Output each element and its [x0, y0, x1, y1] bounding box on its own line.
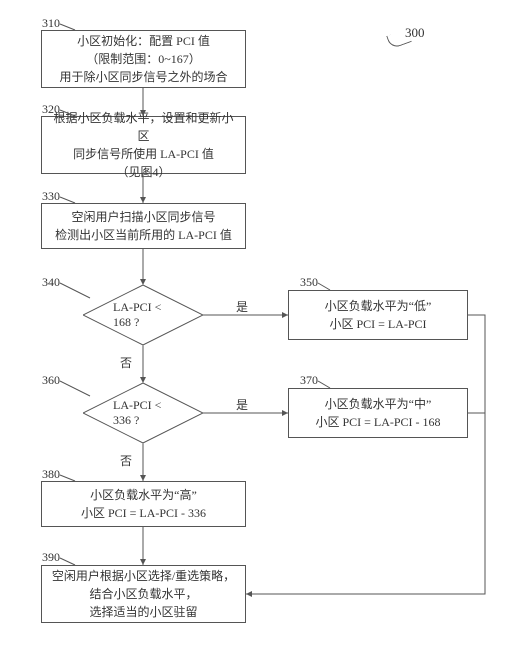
edge-340-yes: 是 [236, 298, 248, 315]
node-label-390: 390 [42, 550, 60, 565]
node-390-line2: 结合小区负载水平， [89, 585, 197, 603]
node-label-360: 360 [42, 373, 60, 388]
node-label-350: 350 [300, 275, 318, 290]
node-310-line2: （限制范围：0~167） [86, 50, 201, 68]
node-360-text: LA-PCI < 336 ? [113, 398, 173, 428]
node-340-text: LA-PCI < 168 ? [113, 300, 173, 330]
node-380-line2: 小区 PCI = LA-PCI - 336 [81, 504, 206, 522]
node-390: 空闲用户根据小区选择/重选策略， 结合小区负载水平， 选择适当的小区驻留 [41, 565, 246, 623]
node-320: 根据小区负载水平，设置和更新小区 同步信号所使用 LA-PCI 值 （见图4） [41, 116, 246, 174]
node-390-line1: 空闲用户根据小区选择/重选策略， [52, 567, 235, 585]
figure-ref-300-pointer [386, 29, 411, 50]
node-330: 空闲用户扫描小区同步信号 检测出小区当前所用的 LA-PCI 值 [41, 203, 246, 249]
node-310-line3: 用于除小区同步信号之外的场合 [59, 68, 227, 86]
node-350-line1: 小区负载水平为“低” [325, 297, 432, 315]
node-320-line2: 同步信号所使用 LA-PCI 值 [73, 145, 214, 163]
node-370-line2: 小区 PCI = LA-PCI - 168 [315, 413, 440, 431]
node-label-310: 310 [42, 16, 60, 31]
node-label-370: 370 [300, 373, 318, 388]
node-380-line1: 小区负载水平为“高” [90, 486, 197, 504]
node-370: 小区负载水平为“中” 小区 PCI = LA-PCI - 168 [288, 388, 468, 438]
node-310: 小区初始化：配置 PCI 值 （限制范围：0~167） 用于除小区同步信号之外的… [41, 30, 246, 88]
node-370-line1: 小区负载水平为“中” [325, 395, 432, 413]
edge-360-no: 否 [120, 452, 132, 469]
node-330-line1: 空闲用户扫描小区同步信号 [71, 208, 215, 226]
node-320-line1: 根据小区负载水平，设置和更新小区 [48, 109, 239, 145]
node-360: LA-PCI < 336 ? [83, 383, 203, 443]
node-350: 小区负载水平为“低” 小区 PCI = LA-PCI [288, 290, 468, 340]
node-390-line3: 选择适当的小区驻留 [89, 603, 197, 621]
node-330-line2: 检测出小区当前所用的 LA-PCI 值 [55, 226, 232, 244]
node-label-380: 380 [42, 467, 60, 482]
node-320-line3: （见图4） [116, 163, 170, 181]
node-label-330: 330 [42, 189, 60, 204]
node-340: LA-PCI < 168 ? [83, 285, 203, 345]
edge-360-yes: 是 [236, 396, 248, 413]
edge-340-no: 否 [120, 354, 132, 371]
node-310-line1: 小区初始化：配置 PCI 值 [77, 32, 210, 50]
node-380: 小区负载水平为“高” 小区 PCI = LA-PCI - 336 [41, 481, 246, 527]
node-label-340: 340 [42, 275, 60, 290]
node-350-line2: 小区 PCI = LA-PCI [329, 315, 426, 333]
